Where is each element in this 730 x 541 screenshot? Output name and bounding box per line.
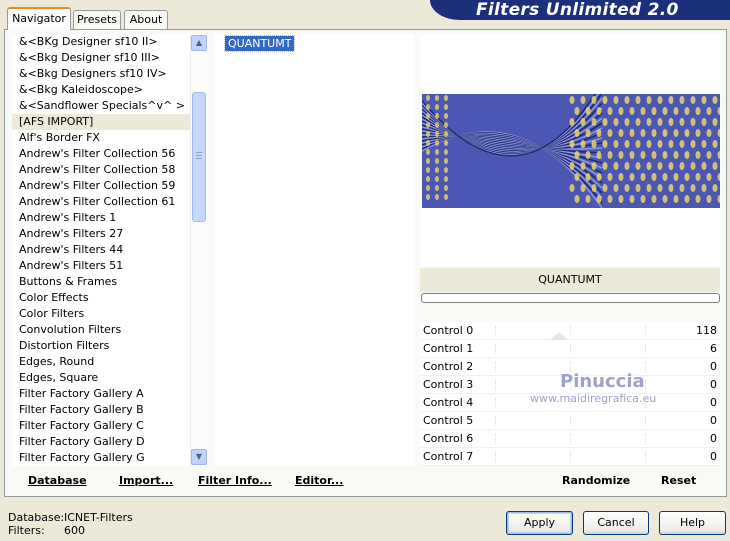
list-item[interactable]: Filter Factory Gallery B — [12, 402, 208, 418]
slider-tick — [570, 416, 571, 426]
slider-tick — [645, 380, 646, 390]
slider-tick — [645, 434, 646, 444]
slider-pointer-icon[interactable] — [550, 332, 568, 340]
list-item[interactable]: Andrew's Filters 44 — [12, 242, 208, 258]
list-item[interactable]: [AFS IMPORT] — [12, 114, 208, 130]
tab-about[interactable]: About — [124, 10, 168, 29]
control-value: 0 — [710, 414, 717, 427]
list-item[interactable]: Filter Factory Gallery C — [12, 418, 208, 434]
list-item[interactable]: Color Effects — [12, 290, 208, 306]
watermark-name: Pinuccia — [560, 371, 645, 392]
list-item[interactable]: Buttons & Frames — [12, 274, 208, 290]
filters-count-value: 600 — [64, 524, 85, 537]
list-item[interactable]: &<Bkg Designers sf10 IV> — [12, 66, 208, 82]
control-value: 118 — [696, 324, 717, 337]
list-item[interactable]: &<Sandflower Specials^v^ > — [12, 98, 208, 114]
control-label: Control 7 — [423, 450, 474, 463]
list-item[interactable]: Edges, Round — [12, 354, 208, 370]
slider-tick — [495, 380, 496, 390]
list-item[interactable]: Andrew's Filters 27 — [12, 226, 208, 242]
slider-tick — [645, 416, 646, 426]
list-item[interactable]: Distortion Filters — [12, 338, 208, 354]
list-item[interactable]: Edges, Square — [12, 370, 208, 386]
slider-tick — [495, 326, 496, 336]
control-label: Control 5 — [423, 414, 474, 427]
database-status-value: ICNET-Filters — [64, 511, 133, 524]
list-item[interactable]: Andrew's Filter Collection 58 — [12, 162, 208, 178]
progress-bar — [421, 293, 720, 303]
list-item[interactable]: Andrew's Filter Collection 59 — [12, 178, 208, 194]
control-row[interactable]: Control 6 0 — [420, 430, 720, 448]
slider-tick — [570, 326, 571, 336]
editor-button[interactable]: Editor... — [295, 474, 343, 487]
control-row[interactable]: Control 5 0 — [420, 412, 720, 430]
list-item[interactable]: Color Filters — [12, 306, 208, 322]
slider-tick — [645, 362, 646, 372]
control-label: Control 6 — [423, 432, 474, 445]
list-item[interactable]: Andrew's Filters 51 — [12, 258, 208, 274]
list-item[interactable]: Filter Factory Gallery D — [12, 434, 208, 450]
list-item[interactable]: &<Bkg Designer sf10 III> — [12, 50, 208, 66]
slider-tick — [570, 434, 571, 444]
slider-tick — [495, 362, 496, 372]
slider-tick — [645, 344, 646, 354]
filter-name-label: QUANTUMT — [420, 268, 720, 292]
control-value: 0 — [710, 396, 717, 409]
list-item[interactable]: Andrew's Filters 1 — [12, 210, 208, 226]
list-item[interactable]: &<BKg Designer sf10 II> — [12, 34, 208, 50]
tab-presets[interactable]: Presets — [73, 10, 121, 29]
watermark-url: www.maidiregrafica.eu — [530, 392, 657, 405]
database-button[interactable]: Database — [28, 474, 87, 487]
control-value: 0 — [710, 432, 717, 445]
filter-item[interactable]: QUANTUMT — [223, 35, 296, 52]
tab-navigator[interactable]: Navigator — [7, 7, 71, 30]
filter-list[interactable] — [214, 34, 415, 466]
control-row[interactable]: Control 1 6 — [420, 340, 720, 358]
slider-tick — [495, 452, 496, 462]
import-button[interactable]: Import... — [119, 474, 173, 487]
control-value: 0 — [710, 360, 717, 373]
slider-tick — [570, 344, 571, 354]
control-value: 0 — [710, 450, 717, 463]
filters-count-label: Filters: — [8, 524, 45, 537]
slider-tick — [495, 416, 496, 426]
list-item[interactable]: Andrew's Filter Collection 61 — [12, 194, 208, 210]
control-value: 6 — [710, 342, 717, 355]
app-title: Filters Unlimited 2.0 — [476, 0, 679, 20]
list-item[interactable]: Alf's Border FX — [12, 130, 208, 146]
randomize-button[interactable]: Randomize — [562, 474, 630, 487]
list-item[interactable]: Filter Factory Gallery A — [12, 386, 208, 402]
filter-info-button[interactable]: Filter Info... — [198, 474, 272, 487]
list-item[interactable]: Andrew's Filter Collection 56 — [12, 146, 208, 162]
control-label: Control 1 — [423, 342, 474, 355]
scroll-down-button[interactable]: ▼ — [191, 449, 207, 465]
control-row[interactable]: Control 7 0 — [420, 448, 720, 466]
list-item[interactable]: Convolution Filters — [12, 322, 208, 338]
reset-button[interactable]: Reset — [661, 474, 696, 487]
slider-tick — [645, 326, 646, 336]
control-label: Control 2 — [423, 360, 474, 373]
control-label: Control 4 — [423, 396, 474, 409]
control-label: Control 0 — [423, 324, 474, 337]
list-item[interactable]: &<Bkg Kaleidoscope> — [12, 82, 208, 98]
database-status-label: Database: — [8, 511, 65, 524]
slider-tick — [495, 398, 496, 408]
category-list[interactable]: &<BKg Designer sf10 II> &<Bkg Designer sf… — [12, 34, 208, 466]
control-label: Control 3 — [423, 378, 474, 391]
list-item[interactable]: Filter Factory Gallery G — [12, 450, 208, 466]
scroll-up-button[interactable]: ▲ — [191, 35, 207, 51]
preview-image — [422, 94, 720, 208]
slider-tick — [495, 344, 496, 354]
control-value: 0 — [710, 378, 717, 391]
help-button[interactable]: Help — [659, 511, 726, 535]
apply-button[interactable]: Apply — [506, 511, 573, 535]
slider-tick — [495, 434, 496, 444]
slider-tick — [570, 452, 571, 462]
cancel-button[interactable]: Cancel — [583, 511, 649, 535]
grip-icon — [196, 152, 202, 159]
slider-tick — [645, 452, 646, 462]
control-row[interactable]: Control 0 118 — [420, 322, 720, 340]
